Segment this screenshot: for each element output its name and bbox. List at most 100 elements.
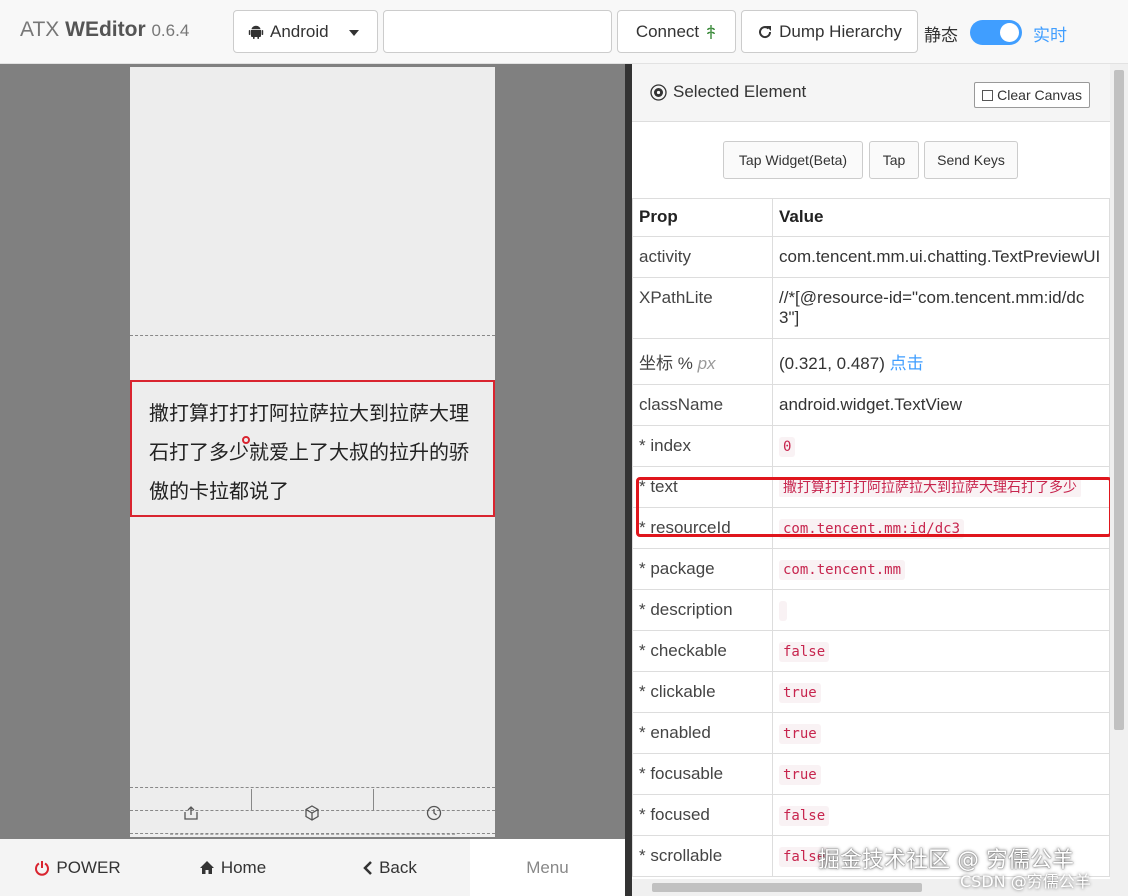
prop-value-code: com.tencent.mm <box>779 560 906 580</box>
table-header-row: Prop Value <box>632 198 1110 237</box>
table-row: * focused false <box>632 794 1110 836</box>
prop-name: 坐标 % px <box>632 338 773 385</box>
inspector-title: Selected Element <box>650 82 806 102</box>
prop-value: 0 <box>772 425 1110 467</box>
android-icon <box>248 25 264 39</box>
leaf-icon <box>707 24 716 39</box>
coords-value: (0.321, 0.487) <box>779 354 885 373</box>
table-row: * package com.tencent.mm <box>632 548 1110 590</box>
clear-canvas-label: Clear Canvas <box>997 87 1082 103</box>
prop-value-code <box>779 601 787 621</box>
send-keys-button[interactable]: Send Keys <box>924 141 1018 179</box>
prop-value: //*[@resource-id="com.tencent.mm:id/dc3"… <box>772 277 1110 339</box>
node-outline <box>130 787 495 788</box>
device-nav-bar: POWER Home Back Menu <box>0 839 625 896</box>
home-icon <box>199 861 214 874</box>
vertical-scrollbar-thumb[interactable] <box>1114 70 1124 730</box>
device-chat-text: 撒打算打打打阿拉萨拉大到拉萨大理石打了多少就爱上了大叔的拉升的骄傲的卡拉都说了 <box>149 401 469 503</box>
prop-name: * clickable <box>632 671 773 713</box>
prop-name: * checkable <box>632 630 773 672</box>
table-row: activity com.tencent.mm.ui.chatting.Text… <box>632 236 1110 278</box>
refresh-icon <box>759 25 772 38</box>
prop-value: false <box>772 630 1110 672</box>
home-button-label: Home <box>220 857 267 877</box>
live-mode-label: 实时 <box>1033 26 1067 46</box>
value-column-header: Value <box>772 198 1110 237</box>
share-icon <box>182 804 200 822</box>
prop-value-code: true <box>779 765 821 785</box>
inspector-header: Selected Element Clear Canvas <box>632 64 1110 122</box>
brand-prefix: ATX <box>20 18 60 41</box>
prop-name: * index <box>632 425 773 467</box>
node-outline <box>130 335 495 336</box>
chevron-down-icon <box>349 30 359 36</box>
clear-canvas-button[interactable]: Clear Canvas <box>974 82 1090 108</box>
prop-value-code: true <box>779 683 821 703</box>
back-button-label: Back <box>379 857 417 877</box>
prop-value <box>772 589 1110 631</box>
home-button[interactable]: Home <box>155 839 310 896</box>
node-outline <box>170 834 455 837</box>
table-row: * enabled true <box>632 712 1110 754</box>
coords-unit-percent: % <box>677 354 693 373</box>
app-brand: ATX WEditor 0.6.4 <box>20 18 189 42</box>
device-screenshot[interactable]: 撒打算打打打阿拉萨拉大到拉萨大理石打了多少就爱上了大叔的拉升的骄傲的卡拉都说了 <box>130 67 495 837</box>
dump-hierarchy-label: Dump Hierarchy <box>779 21 902 41</box>
static-mode-label: 静态 <box>924 26 958 46</box>
panel-splitter[interactable] <box>625 64 632 896</box>
prop-name: * focusable <box>632 753 773 795</box>
platform-select[interactable]: Android <box>233 10 378 53</box>
top-navbar: ATX WEditor 0.6.4 Android Connect Dump H… <box>0 0 1128 64</box>
menu-button[interactable]: Menu <box>470 839 625 896</box>
tap-widget-button[interactable]: Tap Widget(Beta) <box>723 141 863 179</box>
connect-button-label: Connect <box>635 21 700 41</box>
back-button[interactable]: Back <box>310 839 470 896</box>
prop-name: className <box>632 384 773 426</box>
tap-button[interactable]: Tap <box>869 141 919 179</box>
coords-prop-label: 坐标 <box>639 354 673 373</box>
prop-column-header: Prop <box>632 198 773 237</box>
dump-hierarchy-button[interactable]: Dump Hierarchy <box>741 10 918 53</box>
cube-icon <box>303 804 321 822</box>
live-mode-toggle[interactable] <box>970 20 1022 45</box>
annotation-highlight-box <box>636 477 1112 537</box>
table-row: XPathLite //*[@resource-id="com.tencent.… <box>632 277 1110 339</box>
prop-value: true <box>772 671 1110 713</box>
vertical-scrollbar[interactable] <box>1110 64 1128 879</box>
prop-value-code: 0 <box>779 437 796 457</box>
prop-name: * scrollable <box>632 835 773 877</box>
node-outline <box>373 789 374 811</box>
power-button[interactable]: POWER <box>0 839 155 896</box>
coords-click-link[interactable]: 点击 <box>890 354 924 373</box>
prop-name: * package <box>632 548 773 590</box>
table-row: * index 0 <box>632 425 1110 467</box>
properties-table: Prop Value activity com.tencent.mm.ui.ch… <box>632 198 1110 877</box>
coords-unit-px[interactable]: px <box>698 354 716 373</box>
table-row: * clickable true <box>632 671 1110 713</box>
brand-name: WEditor <box>65 18 146 41</box>
inspector-title-text: Selected Element <box>673 82 807 101</box>
prop-value-code: true <box>779 724 821 744</box>
connect-button[interactable]: Connect <box>617 10 736 53</box>
clear-canvas-checkbox[interactable] <box>982 89 994 101</box>
element-actions: Tap Widget(Beta) Tap Send Keys <box>632 122 1110 199</box>
tap-cursor-marker <box>242 436 250 444</box>
prop-name: * enabled <box>632 712 773 754</box>
table-row: * checkable false <box>632 630 1110 672</box>
watermark-subtext: CSDN @穷儒公羊 <box>960 872 1091 891</box>
prop-value: com.tencent.mm <box>772 548 1110 590</box>
prop-value: (0.321, 0.487) 点击 <box>772 338 1110 385</box>
prop-value: true <box>772 753 1110 795</box>
power-icon <box>35 860 50 876</box>
prop-name: activity <box>632 236 773 278</box>
table-row: 坐标 % px (0.321, 0.487) 点击 <box>632 338 1110 385</box>
prop-name: * description <box>632 589 773 631</box>
device-serial-input[interactable] <box>383 10 612 53</box>
horizontal-scrollbar-thumb[interactable] <box>652 883 922 892</box>
table-row: * focusable true <box>632 753 1110 795</box>
node-outline <box>251 789 252 811</box>
prop-value-code: false <box>779 642 830 662</box>
prop-value: false <box>772 794 1110 836</box>
menu-button-label: Menu <box>526 857 569 877</box>
table-row: className android.widget.TextView <box>632 384 1110 426</box>
